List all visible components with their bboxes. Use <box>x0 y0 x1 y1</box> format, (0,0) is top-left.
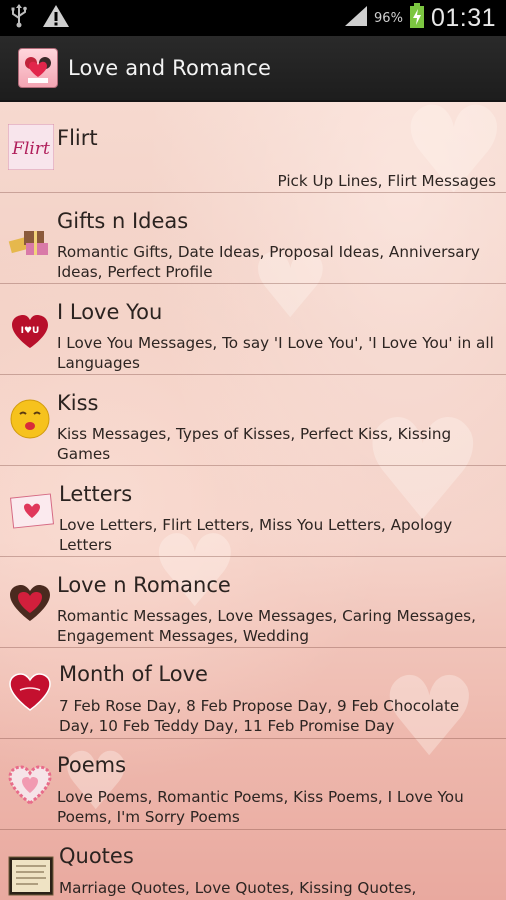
list-item-letters[interactable]: Letters Love Letters, Flirt Letters, Mis… <box>0 466 506 557</box>
list-item-love-n-romance[interactable]: Love n Romance Romantic Messages, Love M… <box>0 557 506 648</box>
list-item-gifts-n-ideas[interactable]: Gifts n Ideas Romantic Gifts, Date Ideas… <box>0 193 506 284</box>
poem-heart-icon <box>8 763 52 807</box>
action-bar: Love and Romance <box>0 36 506 102</box>
list-item-title: Flirt <box>57 126 98 150</box>
svg-text:I♥U: I♥U <box>21 326 40 336</box>
list-item-month-of-love[interactable]: Month of Love 7 Feb Rose Day, 8 Feb Prop… <box>0 648 506 739</box>
list-item-description: I Love You Messages, To say 'I Love You'… <box>57 334 494 372</box>
flirt-icon: Flirt <box>8 124 54 170</box>
status-bar: 96% 01:31 <box>0 0 506 36</box>
quote-card-icon <box>8 854 54 898</box>
list-item-title: I Love You <box>57 300 163 324</box>
signal-icon <box>344 5 368 31</box>
list-item-title: Gifts n Ideas <box>57 209 189 233</box>
valentines-day-heart-icon <box>8 670 52 714</box>
list-item-title: Kiss <box>57 391 99 415</box>
list-item-title: Month of Love <box>59 662 208 686</box>
love-letter-icon <box>8 490 56 534</box>
battery-icon <box>409 3 425 33</box>
list-item-title: Love n Romance <box>57 573 231 597</box>
list-item-title: Poems <box>57 753 127 777</box>
list-item-kiss[interactable]: Kiss Kiss Messages, Types of Kisses, Per… <box>0 375 506 466</box>
usb-icon <box>10 4 28 32</box>
clock: 01:31 <box>430 3 496 32</box>
list-item-quotes[interactable]: Quotes Marriage Quotes, Love Quotes, Kis… <box>0 830 506 900</box>
app-title: Love and Romance <box>68 56 272 80</box>
list-item-title: Quotes <box>59 844 134 868</box>
battery-percent: 96% <box>374 10 403 26</box>
i-love-u-heart-icon: I♥U <box>8 310 52 354</box>
svg-text:Flirt: Flirt <box>11 139 50 159</box>
list-item-flirt[interactable]: Flirt Flirt Pick Up Lines, Flirt Message… <box>0 102 506 193</box>
list-item-i-love-you[interactable]: I♥U I Love You I Love You Messages, To s… <box>0 284 506 375</box>
list-item-poems[interactable]: Poems Love Poems, Romantic Poems, Kiss P… <box>0 739 506 830</box>
list-item-description: Romantic Messages, Love Messages, Caring… <box>57 607 476 645</box>
list-item-description: Romantic Gifts, Date Ideas, Proposal Ide… <box>57 243 480 281</box>
list-item-description: Kiss Messages, Types of Kisses, Perfect … <box>57 425 452 463</box>
kiss-smiley-icon <box>8 397 52 441</box>
chocolate-heart-icon <box>8 581 52 625</box>
list-item-description: Love Letters, Flirt Letters, Miss You Le… <box>59 516 453 554</box>
category-list[interactable]: ♥ ♥ ♥ ♥ ♥ ♥ Flirt Flirt Pick Up Lines, F… <box>0 102 506 900</box>
list-item-description: 7 Feb Rose Day, 8 Feb Propose Day, 9 Feb… <box>59 697 460 735</box>
list-item-description: Pick Up Lines, Flirt Messages <box>277 172 497 190</box>
list-item-description: Love Poems, Romantic Poems, Kiss Poems, … <box>57 788 464 826</box>
gift-boxes-icon <box>8 217 52 261</box>
love-app-icon[interactable] <box>18 48 58 88</box>
list-item-title: Letters <box>59 482 133 506</box>
warning-icon <box>42 4 70 32</box>
list-item-description: Marriage Quotes, Love Quotes, Kissing Qu… <box>59 879 417 897</box>
